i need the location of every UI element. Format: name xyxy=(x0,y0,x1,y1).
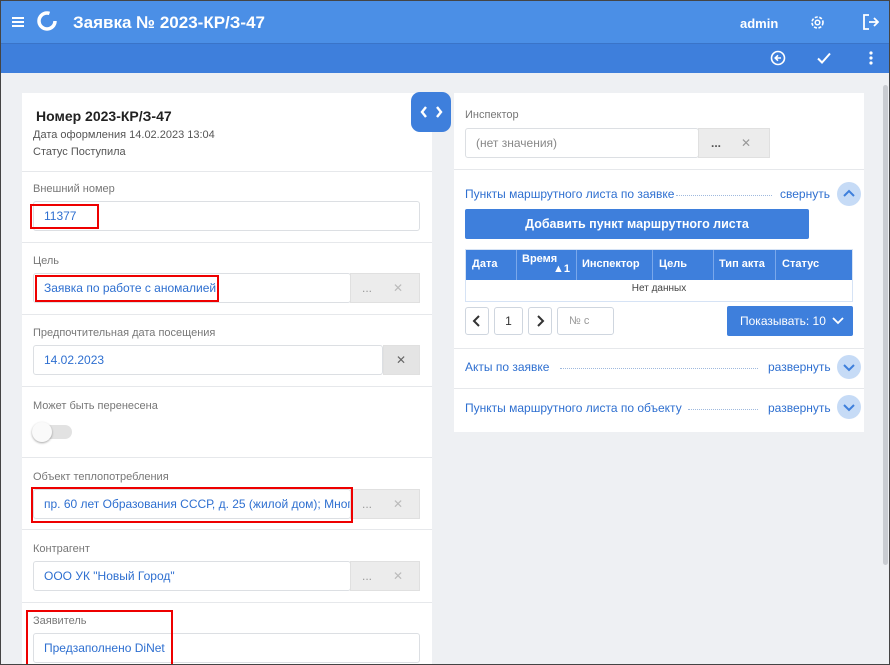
chevron-up-icon[interactable] xyxy=(837,182,861,206)
divider xyxy=(454,388,864,389)
menu-icon[interactable] xyxy=(12,15,24,27)
object-clear-button[interactable]: ✕ xyxy=(393,497,403,511)
chevron-down-icon xyxy=(832,317,844,325)
col-sep xyxy=(775,250,776,280)
contractor-field[interactable]: ООО УК "Новый Город" xyxy=(33,561,351,591)
reschedule-label: Может быть перенесена xyxy=(33,400,158,412)
chevron-left-right-icon xyxy=(420,106,443,118)
acts-expand-link[interactable]: развернуть xyxy=(768,360,831,374)
chevron-down-icon[interactable] xyxy=(837,395,861,419)
more-vert-icon[interactable] xyxy=(869,50,873,66)
chevron-left-icon xyxy=(472,315,480,327)
contractor-clear-button[interactable]: ✕ xyxy=(393,569,403,583)
collapse-link[interactable]: свернуть xyxy=(780,187,830,201)
col-sep xyxy=(516,250,517,280)
request-number-title: Номер 2023-КР/З-47 xyxy=(36,108,172,124)
col-time[interactable]: Время xyxy=(522,253,557,265)
col-sep xyxy=(713,250,714,280)
dotted-leader xyxy=(560,368,758,369)
goal-clear-button[interactable]: ✕ xyxy=(393,281,403,295)
col-date[interactable]: Дата xyxy=(472,258,497,270)
top-bar: Заявка № 2023-КР/З-47 admin xyxy=(1,1,889,43)
app-logo-icon xyxy=(36,10,58,32)
highlight-external-number xyxy=(30,204,99,229)
col-sep xyxy=(652,250,653,280)
divider xyxy=(22,171,432,172)
contractor-buttons: ... ✕ xyxy=(350,561,420,591)
inspector-clear-button[interactable]: ✕ xyxy=(741,136,751,150)
page-title: Заявка № 2023-КР/З-47 xyxy=(73,13,265,32)
sort-indicator: ▲1 xyxy=(553,263,571,275)
logout-icon[interactable] xyxy=(863,14,880,30)
object-buttons: ... ✕ xyxy=(350,489,420,519)
divider xyxy=(454,348,864,349)
route-table: Дата Время ▲1 Инспектор Цель Тип акта Ст… xyxy=(465,249,853,302)
issue-date: Дата оформления 14.02.2023 13:04 xyxy=(33,129,215,141)
page-size-label: Показывать: 10 xyxy=(740,314,826,328)
request-details-panel: Номер 2023-КР/З-47 Дата оформления 14.02… xyxy=(22,93,432,664)
divider xyxy=(454,169,864,170)
inspector-select-button[interactable]: ... xyxy=(711,136,721,150)
object-select-button[interactable]: ... xyxy=(362,497,372,511)
request-status: Статус Поступила xyxy=(33,146,126,158)
col-act-type[interactable]: Тип акта xyxy=(719,258,765,270)
divider xyxy=(22,602,432,603)
dotted-leader xyxy=(688,409,758,410)
divider xyxy=(22,529,432,530)
inspector-label: Инспектор xyxy=(465,109,519,121)
col-sep xyxy=(576,250,577,280)
col-status[interactable]: Статус xyxy=(782,258,819,270)
app-window: Заявка № 2023-КР/З-47 admin Номер 2023-К… xyxy=(0,0,890,665)
divider xyxy=(22,242,432,243)
gear-icon[interactable] xyxy=(809,14,826,31)
divider xyxy=(22,457,432,458)
user-name[interactable]: admin xyxy=(740,16,778,31)
page-goto-input[interactable]: № с xyxy=(557,307,614,335)
object-label: Объект теплопотребления xyxy=(33,471,169,483)
inspector-field[interactable]: (нет значения) xyxy=(465,128,699,158)
content-area: Номер 2023-КР/З-47 Дата оформления 14.02… xyxy=(1,73,889,664)
check-icon[interactable] xyxy=(816,50,832,66)
toggle-knob xyxy=(32,422,52,442)
page-size-dropdown[interactable]: Показывать: 10 xyxy=(727,306,853,336)
panel-toggle-button[interactable] xyxy=(411,92,451,132)
add-route-point-button[interactable]: Добавить пункт маршрутного листа xyxy=(465,209,809,239)
action-bar xyxy=(1,43,889,73)
contractor-label: Контрагент xyxy=(33,543,90,555)
route-section-title: Пункты маршрутного листа по заявке xyxy=(465,187,675,201)
vertical-scrollbar[interactable] xyxy=(883,85,888,565)
prev-page-button[interactable] xyxy=(465,307,489,335)
back-icon[interactable] xyxy=(770,50,786,66)
reschedule-toggle[interactable] xyxy=(32,422,72,442)
goal-select-button[interactable]: ... xyxy=(362,281,372,295)
col-inspector[interactable]: Инспектор xyxy=(582,258,640,270)
object-route-expand-link[interactable]: развернуть xyxy=(768,401,831,415)
table-header: Дата Время ▲1 Инспектор Цель Тип акта Ст… xyxy=(466,250,852,280)
preferred-date-clear-button[interactable]: ✕ xyxy=(383,345,420,375)
inspector-buttons: ... ✕ xyxy=(698,128,770,158)
no-data-text: Нет данных xyxy=(631,283,687,294)
page-number-input[interactable]: 1 xyxy=(494,307,523,335)
divider xyxy=(22,314,432,315)
route-panel: Инспектор (нет значения) ... ✕ Пункты ма… xyxy=(454,93,864,432)
goal-label: Цель xyxy=(33,255,60,267)
close-icon: ✕ xyxy=(396,353,407,367)
col-goal[interactable]: Цель xyxy=(659,258,687,270)
goal-buttons: ... ✕ xyxy=(350,273,420,303)
highlight-applicant xyxy=(26,610,173,664)
highlight-goal xyxy=(35,275,219,302)
dotted-leader xyxy=(676,195,772,196)
divider xyxy=(22,386,432,387)
preferred-date-label: Предпочтительная дата посещения xyxy=(33,327,216,339)
chevron-down-icon[interactable] xyxy=(837,355,861,379)
acts-section-title: Акты по заявке xyxy=(465,360,550,374)
external-number-label: Внешний номер xyxy=(33,183,115,195)
chevron-right-icon xyxy=(537,315,545,327)
preferred-date-field[interactable]: 14.02.2023 xyxy=(33,345,383,375)
highlight-object xyxy=(31,487,353,523)
contractor-select-button[interactable]: ... xyxy=(362,569,372,583)
next-page-button[interactable] xyxy=(528,307,552,335)
object-route-section-title: Пункты маршрутного листа по объекту xyxy=(465,401,682,415)
